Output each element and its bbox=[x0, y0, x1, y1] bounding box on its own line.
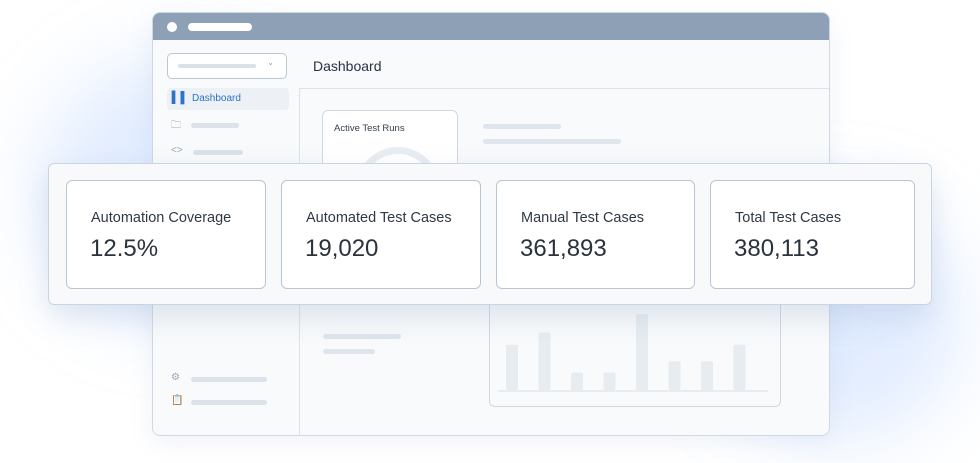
stat-value: 19,020 bbox=[305, 235, 379, 262]
project-select[interactable]: ⌄ bbox=[167, 53, 287, 79]
gear-icon: ⚙ bbox=[171, 372, 180, 383]
chevron-down-icon: ⌄ bbox=[267, 58, 274, 67]
sidebar-item-placeholder bbox=[191, 377, 267, 382]
stat-label: Total Test Cases bbox=[735, 210, 842, 226]
bar-chart-card bbox=[489, 299, 781, 407]
clipboard-icon: 📋 bbox=[171, 395, 184, 406]
select-placeholder bbox=[178, 64, 256, 68]
stat-label: Manual Test Cases bbox=[521, 210, 645, 226]
sidebar-item-placeholder bbox=[193, 150, 243, 155]
placeholder-line bbox=[323, 334, 401, 339]
page-title: Dashboard bbox=[313, 58, 382, 74]
stat-value: 361,893 bbox=[520, 235, 607, 262]
bar-chart bbox=[498, 314, 768, 392]
chart-bar bbox=[603, 372, 616, 390]
window-dot bbox=[167, 22, 177, 32]
chart-bar bbox=[571, 372, 583, 390]
sidebar-item-placeholder bbox=[191, 400, 267, 405]
sidebar-item-placeholder bbox=[191, 123, 239, 128]
card-label: Active Test Runs bbox=[334, 123, 405, 134]
placeholder-line bbox=[483, 139, 621, 144]
bar-chart-icon: ▍▌ bbox=[172, 92, 189, 104]
window-title-placeholder bbox=[188, 23, 252, 31]
stats-panel: Automation Coverage 12.5% Automated Test… bbox=[48, 163, 932, 305]
stat-card-automation-coverage[interactable]: Automation Coverage 12.5% bbox=[66, 180, 266, 289]
sidebar-item-label: Dashboard bbox=[192, 93, 241, 104]
title-bar bbox=[153, 13, 829, 40]
stat-card-total-test-cases[interactable]: Total Test Cases 380,113 bbox=[710, 180, 915, 289]
chart-bar bbox=[668, 361, 681, 390]
stat-card-automated-test-cases[interactable]: Automated Test Cases 19,020 bbox=[281, 180, 481, 289]
placeholder-line bbox=[483, 124, 561, 129]
chart-bar bbox=[636, 314, 648, 390]
stat-label: Automated Test Cases bbox=[306, 210, 452, 226]
stat-label: Automation Coverage bbox=[91, 210, 232, 226]
chart-bar bbox=[538, 332, 551, 390]
stat-value: 380,113 bbox=[734, 235, 819, 262]
placeholder-line bbox=[323, 349, 375, 354]
chart-bar bbox=[506, 344, 518, 390]
code-icon: <> bbox=[171, 145, 183, 156]
stat-card-manual-test-cases[interactable]: Manual Test Cases 361,893 bbox=[496, 180, 695, 289]
folder-icon: 🗀 bbox=[171, 120, 181, 131]
chart-bar bbox=[701, 361, 713, 390]
stat-value: 12.5% bbox=[90, 235, 159, 262]
sidebar-item-dashboard[interactable]: ▍▌ Dashboard bbox=[167, 88, 289, 110]
main-header: Dashboard bbox=[299, 40, 829, 89]
chart-bar bbox=[733, 344, 746, 390]
